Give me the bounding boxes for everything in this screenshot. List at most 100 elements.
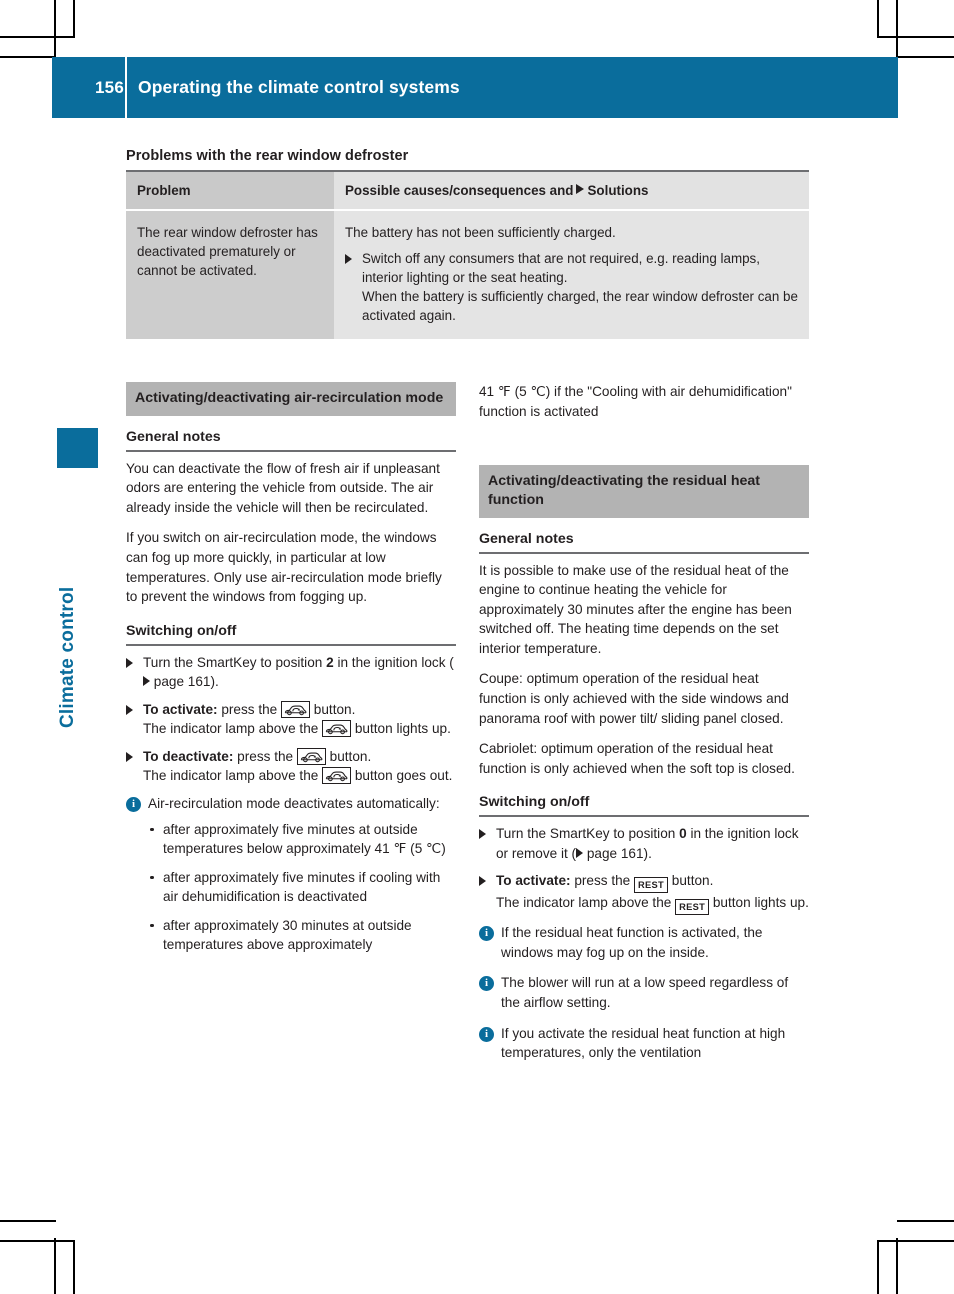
left-step3-label: To deactivate: xyxy=(143,748,234,764)
left-paragraph-1: You can deactivate the flow of fresh air… xyxy=(126,460,440,515)
table-cell-problem: The rear window defroster has deactivate… xyxy=(126,211,334,340)
left-step3-text-b: button. xyxy=(325,748,372,764)
right-column: 41 ℉ (5 ℃) if the "Cooling with air dehu… xyxy=(479,382,809,1074)
right-note-text-2: The blower will run at a low speed regar… xyxy=(501,975,789,1011)
air-recirculation-button-icon[interactable] xyxy=(296,747,326,765)
left-step2-text-d: button lights up. xyxy=(351,721,451,737)
right-note-text-3: If you activate the residual heat functi… xyxy=(501,1025,786,1061)
right-switching-rule xyxy=(479,815,809,818)
right-step-2-detail: The indicator lamp above the REST button… xyxy=(496,893,809,916)
step-triangle-icon xyxy=(345,254,352,265)
cropmark-top-left-vertical xyxy=(54,0,56,58)
solution-extra-text: When the battery is sufficiently charged… xyxy=(362,289,798,324)
left-switching-heading: Switching on/off xyxy=(126,622,237,639)
left-step2-text-c: The indicator lamp above the xyxy=(143,721,323,737)
left-step-3: To deactivate: press the button. The ind… xyxy=(126,747,456,786)
rest-button-icon[interactable]: REST xyxy=(675,899,710,916)
page-header-band: 156 Operating the climate control system… xyxy=(52,57,898,118)
left-subhead-band: Activating/deactivating air-recirculatio… xyxy=(126,382,456,416)
right-step1-text-a: Turn the SmartKey to position xyxy=(496,826,680,842)
right-paragraph-2: Coupe: optimum operation of the residual… xyxy=(479,671,789,726)
right-steps-list: Turn the SmartKey to position 0 in the i… xyxy=(479,824,809,916)
right-step2-label: To activate: xyxy=(496,873,571,889)
left-general-notes-heading: General notes xyxy=(126,428,221,445)
cropmark-top-right-vertical xyxy=(896,0,898,58)
table-header-solution: Possible causes/consequences and Solution… xyxy=(334,172,809,210)
page-number: 156 xyxy=(95,77,124,97)
right-info-note-3: i If you activate the residual heat func… xyxy=(479,1024,809,1063)
right-step1-text-c: page 161). xyxy=(583,845,652,861)
info-icon: i xyxy=(479,1026,494,1042)
cropmark-bottom-left-horizontal-2 xyxy=(0,1240,75,1242)
left-column: Activating/deactivating air-recirculatio… xyxy=(126,382,456,966)
list-item: after approximately five minutes if cool… xyxy=(148,868,456,907)
cropmark-bottom-left-vertical xyxy=(54,1238,56,1294)
right-step-1: Turn the SmartKey to position 0 in the i… xyxy=(479,824,809,863)
list-item: after approximately 30 minutes at outsid… xyxy=(148,916,456,955)
right-step2-text-b: button. xyxy=(668,873,714,889)
left-step-2: To activate: press the button. The indic… xyxy=(126,700,456,739)
solution-triangle-icon xyxy=(576,184,585,194)
cropmark-top-right-vertical-2 xyxy=(877,0,879,36)
cropmark-bottom-right-horizontal xyxy=(897,1220,954,1222)
rest-button-icon[interactable]: REST xyxy=(634,877,669,894)
table-header-solution-after: Solutions xyxy=(587,183,649,198)
right-step2-text-d: button lights up. xyxy=(709,895,809,911)
step-triangle-icon xyxy=(126,704,133,715)
page-title: Operating the climate control systems xyxy=(138,77,460,97)
right-step-2: To activate: press the REST button. The … xyxy=(479,871,809,916)
left-steps-list: Turn the SmartKey to position 2 in the i… xyxy=(126,653,456,786)
right-general-notes-rule xyxy=(479,551,809,554)
left-step1-position: 2 xyxy=(326,654,334,670)
left-step1-text-a: Turn the SmartKey to position xyxy=(143,654,327,670)
left-step-3-detail: The indicator lamp above the button goes… xyxy=(143,766,456,786)
right-step2-text-c: The indicator lamp above the xyxy=(496,895,676,911)
left-step2-text-b: button. xyxy=(310,701,356,717)
left-step1-text-c: page 161). xyxy=(150,674,219,690)
left-step-1: Turn the SmartKey to position 2 in the i… xyxy=(126,653,456,692)
table-header-row: Problem Possible causes/consequences and… xyxy=(126,172,809,210)
left-note-bullets: after approximately five minutes at outs… xyxy=(148,820,456,955)
cropmark-bottom-right-vertical xyxy=(896,1238,898,1294)
right-switching-heading: Switching on/off xyxy=(479,794,590,811)
defroster-problems-table: Problem Possible causes/consequences and… xyxy=(126,172,809,340)
right-paragraph-3: Cabriolet: optimum operation of the resi… xyxy=(479,741,795,776)
page-reference-icon xyxy=(143,676,150,687)
info-icon: i xyxy=(479,926,494,942)
chapter-tab-label: Climate control xyxy=(57,586,78,728)
table-cell-cause: The battery has not been sufficiently ch… xyxy=(345,225,616,241)
air-recirculation-button-icon[interactable] xyxy=(322,767,352,785)
step-triangle-icon xyxy=(126,657,133,668)
left-step2-text-a: press the xyxy=(217,701,282,717)
left-step-2-detail: The indicator lamp above the button ligh… xyxy=(143,719,456,739)
right-general-notes-heading: General notes xyxy=(479,530,574,547)
air-recirculation-button-icon[interactable] xyxy=(322,720,352,738)
left-step3-text-d: button goes out. xyxy=(351,768,453,784)
left-step3-text-a: press the xyxy=(233,748,297,764)
table-row: The rear window defroster has deactivate… xyxy=(126,211,809,340)
cropmark-bottom-right-horizontal-2 xyxy=(877,1240,954,1242)
table-header-solution-before: Possible causes/consequences and xyxy=(345,183,574,198)
right-paragraph-1: It is possible to make use of the residu… xyxy=(479,562,792,656)
info-icon: i xyxy=(126,797,141,813)
section-problems-rear-window-defroster: Problems with the rear window defroster … xyxy=(126,148,809,340)
table-header-problem: Problem xyxy=(126,172,334,210)
table-cell-solution: The battery has not been sufficiently ch… xyxy=(334,211,809,340)
right-info-note-2: i The blower will run at a low speed reg… xyxy=(479,973,809,1012)
body-columns: Activating/deactivating air-recirculatio… xyxy=(126,382,809,1162)
right-continuation-text: 41 ℉ (5 ℃) if the "Cooling with air dehu… xyxy=(479,384,792,419)
left-info-note: i Air-recirculation mode deactivates aut… xyxy=(126,794,456,955)
solution-step-text: Switch off any consumers that are not re… xyxy=(362,251,760,286)
air-recirculation-button-icon[interactable] xyxy=(281,700,311,718)
left-paragraph-2: If you switch on air-recirculation mode,… xyxy=(126,530,442,605)
header-divider xyxy=(125,57,127,118)
left-step2-label: To activate: xyxy=(143,701,218,717)
cropmark-bottom-left-horizontal xyxy=(0,1220,56,1222)
left-note-text: Air-recirculation mode deactivates autom… xyxy=(148,796,440,812)
step-triangle-icon xyxy=(479,876,486,887)
step-triangle-icon xyxy=(479,829,486,840)
right-info-note-1: i If the residual heat function is activ… xyxy=(479,923,809,962)
left-general-notes-rule xyxy=(126,449,456,452)
left-switching-rule xyxy=(126,643,456,646)
cropmark-top-left-vertical-2 xyxy=(73,0,75,36)
